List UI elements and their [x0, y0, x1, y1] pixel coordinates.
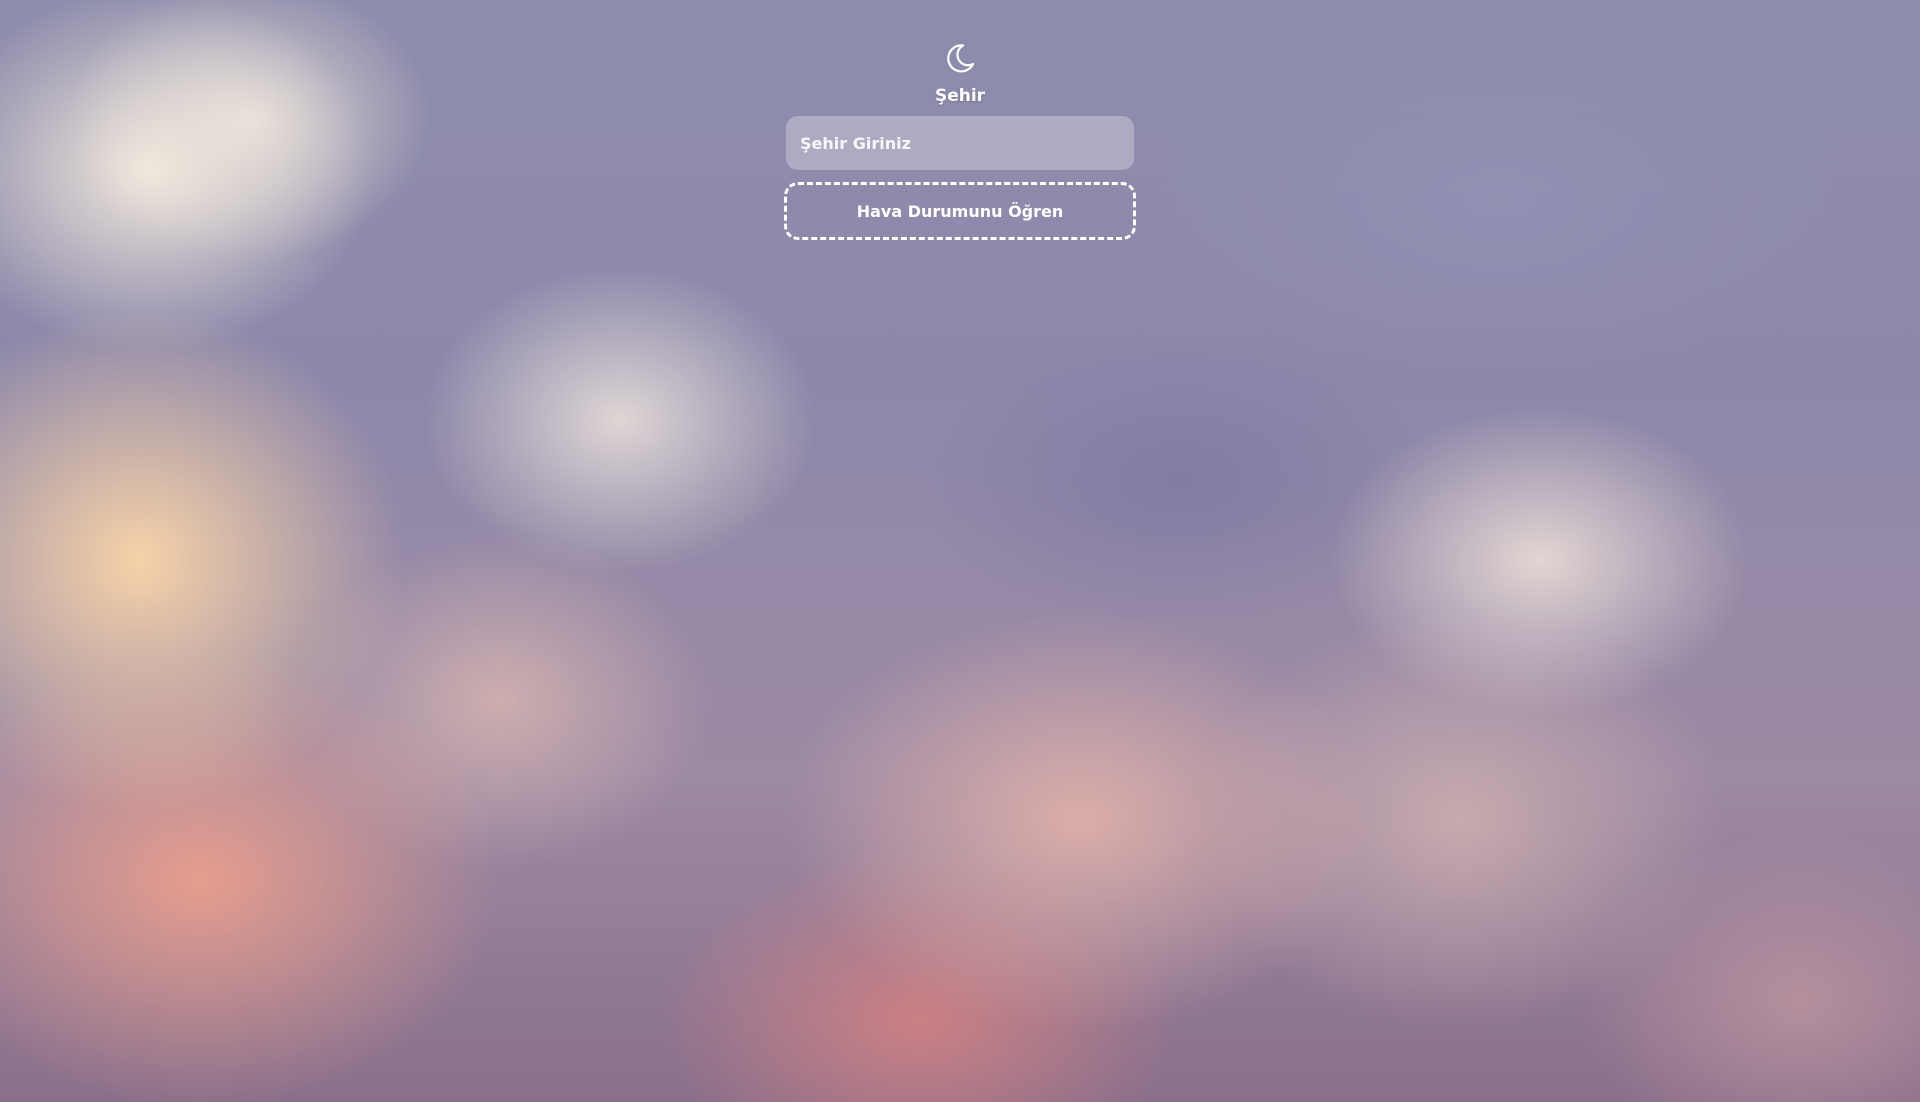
- city-input[interactable]: [786, 116, 1134, 170]
- weather-form: Şehir Hava Durumunu Öğren: [784, 40, 1136, 240]
- get-weather-button[interactable]: Hava Durumunu Öğren: [784, 182, 1136, 240]
- city-label: Şehir: [934, 86, 986, 106]
- moon-icon: [947, 44, 975, 73]
